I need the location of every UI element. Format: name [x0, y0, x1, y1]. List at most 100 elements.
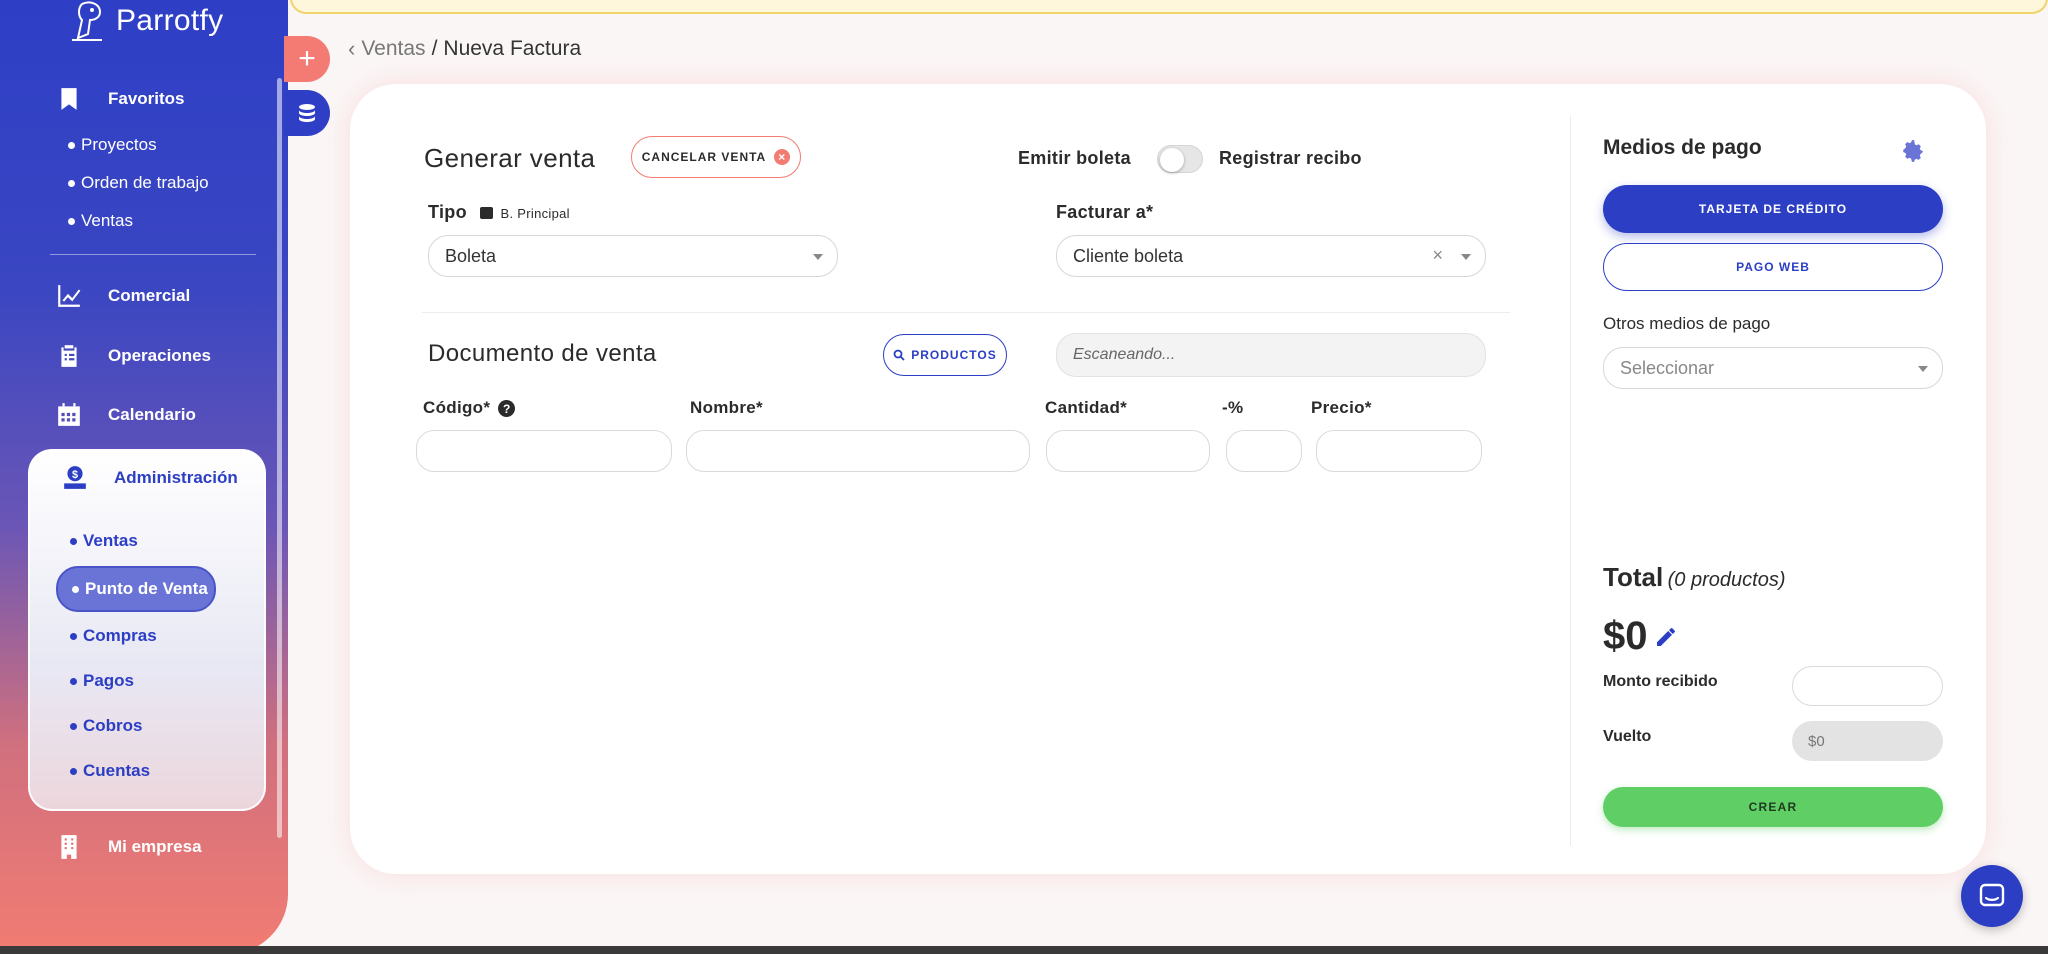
bullet-icon — [70, 677, 77, 685]
svg-text:$: $ — [72, 469, 78, 481]
breadcrumb-separator: / — [431, 37, 438, 60]
sidebar-sub-punto-de-venta[interactable]: Punto de Venta — [56, 566, 216, 612]
sidebar-item-calendario[interactable]: Calendario — [56, 402, 196, 428]
change-value: $0 — [1792, 721, 1943, 761]
chevron-down-icon — [1918, 366, 1928, 372]
bullet-icon — [72, 585, 79, 593]
amount-received-input[interactable] — [1792, 666, 1943, 706]
sidebar-sub-label: Cuentas — [83, 761, 151, 780]
sidebar-sub-cobros[interactable]: Cobros — [70, 716, 143, 736]
search-icon — [893, 349, 905, 361]
descuento-input[interactable] — [1226, 430, 1302, 472]
barcode-scan-input[interactable]: Escaneando... — [1056, 333, 1486, 377]
calendar-icon — [58, 403, 80, 426]
product-count: (0 productos) — [1667, 569, 1786, 591]
brand-name: Parrotfy — [116, 4, 224, 37]
coins-icon — [299, 104, 315, 122]
quick-sale-button[interactable] — [284, 90, 330, 136]
client-select-value: Cliente boleta — [1073, 245, 1184, 266]
sidebar-item-favoritos[interactable]: Favoritos — [56, 86, 185, 112]
sidebar-sub-pagos[interactable]: Pagos — [70, 671, 134, 691]
breadcrumb-back-link[interactable]: Ventas — [361, 37, 425, 61]
sidebar-item-label: Favoritos — [108, 89, 185, 108]
pencil-icon[interactable] — [1654, 625, 1678, 649]
sidebar-sub-label: Compras — [83, 626, 157, 645]
sidebar-sub-admin-ventas[interactable]: Ventas — [70, 531, 138, 551]
codigo-input[interactable] — [416, 430, 672, 472]
tipo-select-value: Boleta — [445, 245, 497, 266]
total-amount: $0 — [1603, 614, 1648, 658]
breadcrumb: ‹ Ventas / Nueva Factura — [348, 36, 581, 62]
sidebar-sub-label: Proyectos — [81, 135, 157, 154]
breadcrumb-current: Nueva Factura — [443, 37, 582, 60]
client-select[interactable]: Cliente boleta × — [1056, 235, 1486, 277]
total-heading: Total (0 productos) — [1603, 562, 1785, 593]
chevron-left-icon[interactable]: ‹ — [348, 36, 355, 62]
sidebar-item-operaciones[interactable]: Operaciones — [56, 343, 211, 369]
help-icon[interactable]: ? — [498, 400, 516, 418]
tipo-select[interactable]: Boleta — [428, 235, 838, 277]
page-title: Generar venta — [424, 143, 596, 173]
precio-input[interactable] — [1316, 430, 1482, 472]
other-payments-label: Otros medios de pago — [1603, 314, 1771, 333]
plus-icon: + — [298, 42, 316, 75]
close-circle-icon: × — [774, 149, 791, 165]
other-payments-select[interactable]: Seleccionar — [1603, 347, 1943, 389]
parrot-logo-icon — [72, 1, 102, 41]
sidebar-item-administracion[interactable]: $ Administración — [62, 465, 238, 491]
sidebar-item-label: Mi empresa — [108, 837, 202, 856]
sidebar-section-administracion: $ Administración Ventas Punto de Venta C… — [28, 449, 266, 811]
bullet-icon — [68, 217, 75, 225]
chevron-down-icon — [1461, 254, 1471, 260]
sidebar-sub-ventas[interactable]: Ventas — [68, 211, 133, 231]
sidebar-item-mi-empresa[interactable]: Mi empresa — [56, 834, 202, 860]
chart-line-icon — [58, 285, 81, 307]
column-precio: Precio* — [1311, 398, 1372, 417]
sidebar-item-comercial[interactable]: Comercial — [56, 283, 190, 309]
payment-title: Medios de pago — [1603, 136, 1762, 159]
bullet-icon — [68, 141, 75, 149]
column-codigo: Código*? — [423, 398, 516, 418]
sidebar-sub-proyectos[interactable]: Proyectos — [68, 135, 157, 155]
document-title: Documento de venta — [428, 340, 657, 367]
receipt-toggle[interactable] — [1157, 145, 1203, 173]
change-label: Vuelto — [1603, 728, 1652, 745]
branch-label: B. Principal — [500, 206, 570, 221]
scan-placeholder: Escaneando... — [1073, 346, 1176, 363]
bullet-icon — [70, 537, 77, 545]
nombre-input[interactable] — [686, 430, 1030, 472]
credit-card-button[interactable]: TARJETA DE CRÉDITO — [1603, 185, 1943, 233]
brand[interactable]: Parrotfy — [68, 0, 223, 42]
cancel-sale-button[interactable]: CANCELAR VENTA × — [631, 136, 801, 178]
cantidad-input[interactable] — [1046, 430, 1210, 472]
sidebar-scrollbar[interactable] — [277, 78, 282, 838]
amount-received-label: Monto recibido — [1603, 673, 1718, 690]
bookmark-icon — [61, 88, 77, 110]
sidebar-sub-label: Ventas — [81, 211, 133, 230]
money-hand-icon: $ — [64, 466, 86, 489]
column-codigo-label: Código* — [423, 398, 491, 417]
bullet-icon — [70, 632, 77, 640]
bullet-icon — [70, 722, 77, 730]
chat-icon — [1979, 883, 2005, 907]
store-icon — [480, 207, 494, 220]
sidebar-divider — [50, 254, 256, 255]
create-button[interactable]: CREAR — [1603, 787, 1943, 827]
clear-icon[interactable]: × — [1432, 245, 1443, 266]
gear-icon[interactable] — [1900, 138, 1926, 164]
cancel-sale-label: CANCELAR VENTA — [641, 150, 767, 164]
products-button[interactable]: PRODUCTOS — [883, 334, 1007, 376]
bullet-icon — [70, 767, 77, 775]
toggle-knob — [1160, 148, 1184, 172]
chat-launcher-button[interactable] — [1961, 865, 2023, 927]
column-descuento: -% — [1222, 398, 1244, 417]
chevron-down-icon — [813, 254, 823, 260]
sidebar-sub-label: Punto de Venta — [85, 579, 208, 598]
payment-divider — [1570, 116, 1571, 846]
sidebar-sub-compras[interactable]: Compras — [70, 626, 157, 646]
sidebar-sub-cuentas[interactable]: Cuentas — [70, 761, 150, 781]
sidebar-sub-label: Ventas — [83, 531, 138, 550]
web-payment-button[interactable]: PAGO WEB — [1603, 243, 1943, 291]
quick-add-button[interactable]: + — [284, 36, 330, 82]
sidebar-sub-orden-de-trabajo[interactable]: Orden de trabajo — [68, 173, 209, 193]
